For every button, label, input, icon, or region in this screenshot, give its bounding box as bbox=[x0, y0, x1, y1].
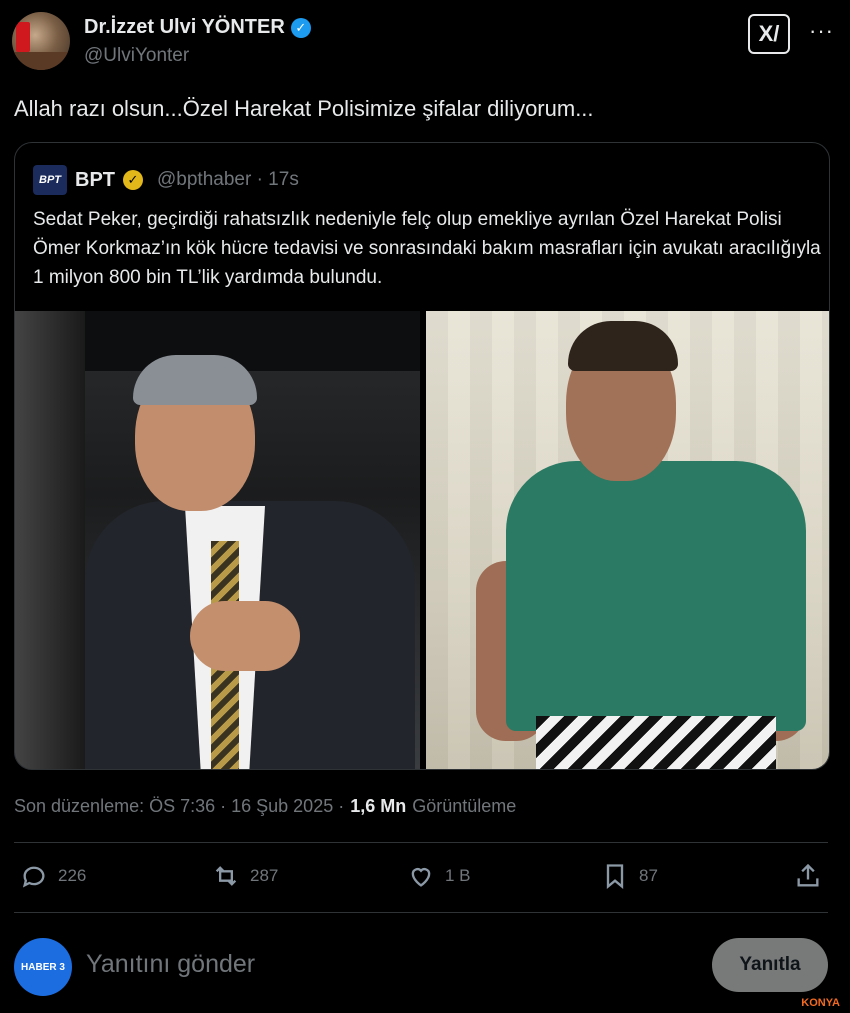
reply-button[interactable]: 226 bbox=[20, 862, 86, 890]
photo-right[interactable] bbox=[426, 311, 829, 769]
hand-shape bbox=[190, 601, 300, 671]
reply-composer: HABER 3 Yanıtını gönder Yanıtla bbox=[14, 936, 830, 996]
divider bbox=[14, 912, 828, 913]
user-avatar[interactable]: HABER 3 bbox=[14, 938, 72, 996]
edited-timestamp[interactable]: Son düzenleme: ÖS 7:36 · 16 Şub 2025 · bbox=[14, 796, 344, 817]
views-count: 1,6 Mn bbox=[350, 796, 407, 816]
divider bbox=[14, 842, 828, 843]
reply-submit-button[interactable]: Yanıtla bbox=[712, 938, 828, 992]
flag-shape bbox=[16, 22, 30, 52]
action-bar: 226 287 1 B 87 bbox=[20, 862, 828, 898]
photo-left[interactable] bbox=[15, 311, 420, 769]
reply-count: 226 bbox=[58, 866, 87, 885]
author-avatar[interactable] bbox=[12, 12, 70, 70]
bookmark-count: 87 bbox=[639, 866, 658, 885]
bpt-logo: BPT bbox=[33, 165, 67, 195]
author-handle[interactable]: @UlviYonter bbox=[84, 45, 189, 67]
views-label: Görüntüleme bbox=[412, 796, 517, 816]
bookmark-icon bbox=[606, 864, 624, 889]
green-shirt-shape bbox=[506, 461, 806, 731]
author-name-line: Dr.İzzet Ulvi YÖNTER ✓ bbox=[84, 16, 311, 39]
grok-icon[interactable]: X/ bbox=[748, 14, 790, 54]
author-display-name[interactable]: Dr.İzzet Ulvi YÖNTER bbox=[84, 16, 285, 39]
like-count: 1 B bbox=[445, 866, 471, 885]
tweet-text: Allah razı olsun...Özel Harekat Polisimi… bbox=[14, 96, 594, 121]
verified-badge-icon: ✓ bbox=[290, 17, 311, 38]
tweet-header: Dr.İzzet Ulvi YÖNTER ✓ @UlviYonter X/ ··… bbox=[12, 12, 834, 72]
hair-shape bbox=[133, 355, 257, 405]
reply-input[interactable]: Yanıtını gönder bbox=[86, 950, 255, 979]
like-button[interactable]: 1 B bbox=[407, 862, 471, 890]
desk-shape bbox=[12, 52, 70, 70]
repost-count: 287 bbox=[250, 866, 279, 885]
quoted-tweet-text: Sedat Peker, geçirdiği rahatsızlık neden… bbox=[33, 209, 821, 288]
share-icon bbox=[797, 863, 819, 887]
heart-icon bbox=[411, 868, 431, 887]
more-options-icon[interactable]: ··· bbox=[809, 18, 834, 44]
repost-button[interactable]: 287 bbox=[212, 862, 278, 890]
konya-watermark-logo: KONYA bbox=[801, 997, 840, 1009]
quoted-tweet[interactable]: BPT BPT ✓ @bpthaber · 17s Sedat Peker, g… bbox=[14, 142, 830, 770]
gold-verified-badge-icon: ✓ bbox=[123, 170, 143, 190]
car-door-shape bbox=[15, 311, 85, 769]
tweet-meta: Son düzenleme: ÖS 7:36 · 16 Şub 2025 · 1… bbox=[14, 796, 516, 817]
quoted-author-name: BPT bbox=[75, 168, 115, 191]
share-button[interactable] bbox=[794, 862, 822, 890]
quoted-tweet-header: BPT BPT ✓ @bpthaber · 17s bbox=[33, 165, 299, 195]
reply-icon bbox=[22, 866, 45, 888]
quoted-author-handle-time: @bpthaber · 17s bbox=[157, 169, 299, 190]
quoted-media bbox=[15, 311, 829, 769]
blanket-shape bbox=[536, 716, 776, 769]
bookmark-button[interactable]: 87 bbox=[601, 862, 658, 890]
repost-icon bbox=[215, 866, 237, 886]
